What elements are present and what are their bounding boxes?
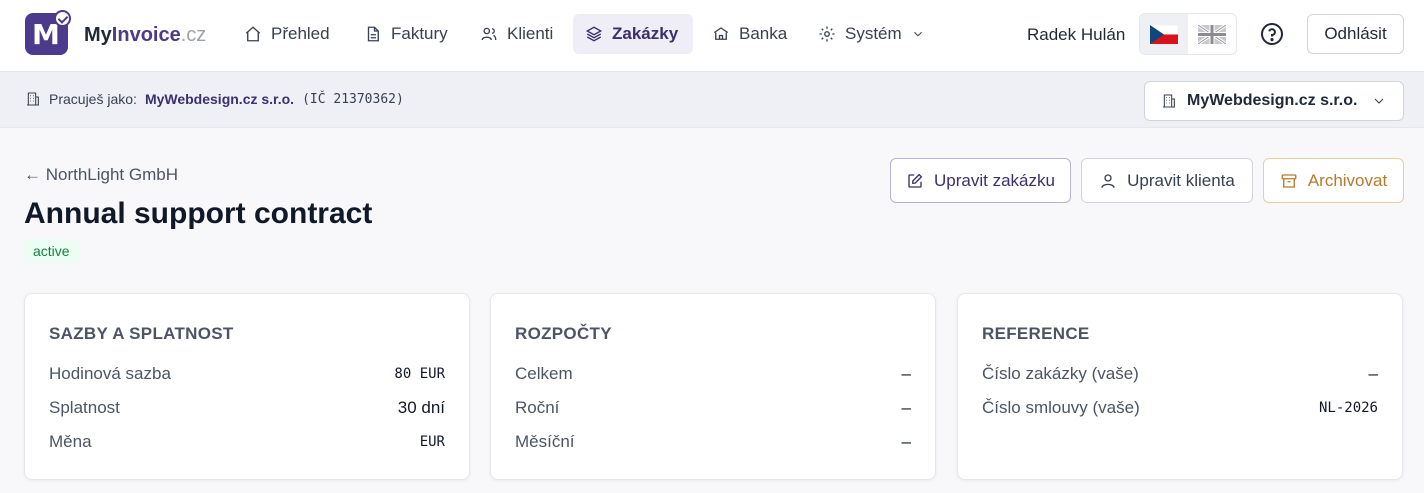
nav-label: Banka [739,24,788,43]
building-icon [27,92,39,106]
detail-row: Splatnost 30 dní [49,396,445,420]
archive-icon [1281,173,1297,188]
brand-part-my: My [84,24,112,46]
card-reference: REFERENCE Číslo zakázky (vaše) – Číslo s… [957,293,1403,480]
nav-item-system[interactable]: Systém [806,14,937,54]
card-title: REFERENCE [982,324,1090,343]
home-icon [245,26,261,42]
logout-button[interactable]: Odhlásit [1307,14,1404,54]
row-label: Splatnost [49,398,120,417]
card-title: ROZPOČTY [515,324,612,343]
page-title: Annual support contract [24,197,373,230]
detail-row: Měna EUR [49,430,445,454]
edit-client-button[interactable]: Upravit klienta [1081,158,1253,203]
help-button[interactable] [1260,22,1284,46]
top-navbar: M MyInvoice.cz Přehled Faktury Klienti Z… [0,0,1424,72]
nav-item-prehled[interactable]: Přehled [232,14,342,54]
nav-item-zakazky[interactable]: Zakázky [573,14,693,54]
brand-part-invoice: Invoice [111,24,181,46]
row-value: 30 dní [397,398,445,417]
check-icon [54,10,71,27]
company-bar: Pracuješ jako: MyWebdesign.cz s.r.o. (IČ… [0,72,1424,128]
row-label: Měsíční [515,432,575,451]
edit-project-button[interactable]: Upravit zakázku [890,158,1071,203]
working-as-text: Pracuješ jako: MyWebdesign.cz s.r.o. (IČ… [25,91,404,107]
card-rates: SAZBY A SPLATNOST Hodinová sazba 80 EUR … [24,293,470,480]
bank-icon [713,27,729,40]
brand-name[interactable]: MyInvoice.cz [84,24,206,47]
edit-client-label: Upravit klienta [1127,170,1235,190]
row-label: Číslo zakázky (vaše) [982,364,1139,383]
user-name: Radek Hulán [1027,25,1126,44]
row-value: – [901,432,911,451]
chevron-down-icon [1374,98,1384,104]
row-value: – [1368,364,1378,383]
row-value: 80 EUR [394,366,445,382]
archive-button[interactable]: Archivovat [1263,158,1404,203]
nav-item-faktury[interactable]: Faktury [352,14,460,54]
row-value: – [901,364,911,383]
back-to-client-link[interactable]: ← NorthLight GmbH [24,165,178,185]
nav-label: Klienti [507,24,554,43]
detail-row: Číslo smlouvy (vaše) NL-2026 [982,396,1378,420]
detail-row: Číslo zakázky (vaše) – [982,362,1378,386]
nav-label: Systém [845,24,902,43]
row-label: Celkem [515,364,573,383]
working-as-prefix: Pracuješ jako: [49,91,137,107]
edit-icon [908,173,923,188]
detail-row: Měsíční – [515,430,911,454]
user-icon [1101,173,1115,188]
company-ico: (IČ 21370362) [302,91,404,107]
question-circle-icon [1261,23,1283,45]
row-label: Měna [49,432,92,451]
nav-label: Faktury [391,24,448,43]
lang-en-button[interactable] [1188,14,1236,54]
company-select-value: MyWebdesign.cz s.r.o. [1187,92,1358,109]
row-label: Číslo smlouvy (vaše) [982,398,1140,417]
document-icon [367,26,379,42]
nav-item-klienti[interactable]: Klienti [468,14,565,54]
layers-icon [585,26,603,42]
detail-row: Roční – [515,396,911,420]
row-value: – [901,398,911,417]
building-icon [1163,94,1175,108]
card-title: SAZBY A SPLATNOST [49,324,234,343]
nav-item-banka[interactable]: Banka [700,14,799,54]
brand-part-tld: .cz [180,24,207,46]
czech-flag-icon [1150,24,1178,44]
card-budgets: ROZPOČTY Celkem – Roční – Měsíční – [490,293,936,480]
nav-label: Přehled [271,24,330,43]
archive-label: Archivovat [1307,170,1388,190]
detail-row: Hodinová sazba 80 EUR [49,362,445,386]
detail-row: Celkem – [515,362,911,386]
current-company: MyWebdesign.cz s.r.o. [144,91,295,107]
users-icon [481,27,497,41]
company-select[interactable]: MyWebdesign.cz s.r.o. [1144,81,1404,121]
language-switcher [1139,13,1237,55]
row-value: EUR [419,434,445,450]
chevron-down-icon [913,31,922,37]
edit-project-label: Upravit zakázku [934,170,1055,190]
logo[interactable]: M [25,10,71,55]
gear-icon [819,26,835,42]
row-value: NL-2026 [1318,400,1378,416]
row-label: Roční [515,398,560,417]
lang-cs-button[interactable] [1140,14,1188,54]
status-badge: active [24,239,79,263]
nav-label: Zakázky [612,24,679,43]
row-label: Hodinová sazba [49,364,171,383]
uk-flag-icon [1198,24,1226,44]
